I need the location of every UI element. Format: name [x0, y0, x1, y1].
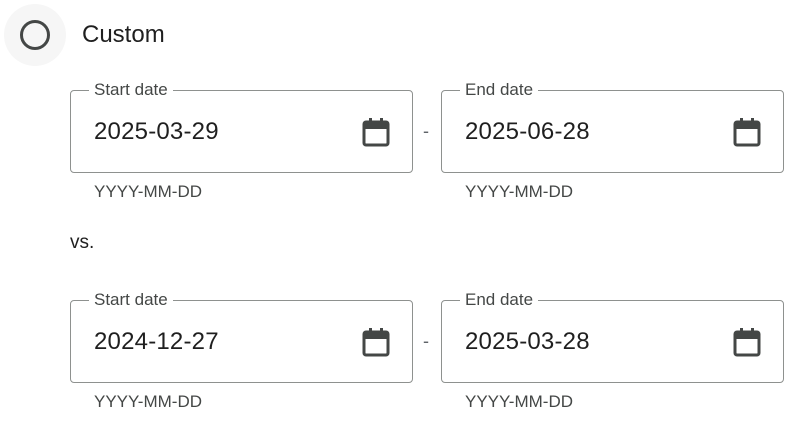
compare-start-calendar-button[interactable] [360, 326, 392, 358]
compare-end-date-value[interactable]: 2025-03-28 [465, 328, 590, 356]
current-start-calendar-button[interactable] [360, 116, 392, 148]
comparison-label: vs. [70, 232, 95, 253]
compare-end-date-label: End date [460, 290, 539, 310]
current-end-date-label: End date [460, 80, 539, 100]
calendar-icon [362, 328, 390, 357]
compare-start-date-field[interactable]: Start date 2024-12-27 [70, 290, 413, 383]
compare-start-date-value[interactable]: 2024-12-27 [94, 328, 219, 356]
compare-end-calendar-button[interactable] [731, 326, 763, 358]
custom-radio-button[interactable] [4, 4, 66, 66]
compare-range-separator: - [423, 331, 429, 351]
custom-date-range-panel: Custom Start date 2025-03-29 YYYY-MM-DD … [0, 0, 811, 441]
compare-start-date-label: Start date [89, 290, 173, 310]
calendar-icon [733, 118, 761, 147]
calendar-icon [733, 328, 761, 357]
current-end-calendar-button[interactable] [731, 116, 763, 148]
compare-end-date-field[interactable]: End date 2025-03-28 [441, 290, 784, 383]
compare-start-date-helper: YYYY-MM-DD [94, 392, 202, 411]
compare-end-date-helper: YYYY-MM-DD [465, 392, 573, 411]
current-end-date-value[interactable]: 2025-06-28 [465, 118, 590, 146]
current-start-date-field[interactable]: Start date 2025-03-29 [70, 80, 413, 173]
current-start-date-helper: YYYY-MM-DD [94, 182, 202, 201]
current-end-date-field[interactable]: End date 2025-06-28 [441, 80, 784, 173]
current-end-date-helper: YYYY-MM-DD [465, 182, 573, 201]
custom-radio-label[interactable]: Custom [82, 21, 165, 49]
current-start-date-value[interactable]: 2025-03-29 [94, 118, 219, 146]
current-range-separator: - [423, 121, 429, 141]
calendar-icon [362, 118, 390, 147]
current-start-date-label: Start date [89, 80, 173, 100]
radio-unchecked-icon [20, 20, 50, 50]
